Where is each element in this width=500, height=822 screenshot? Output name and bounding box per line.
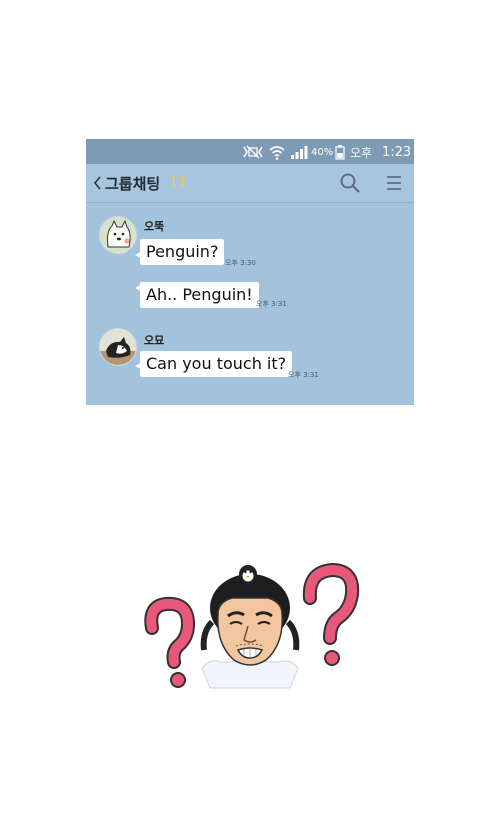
avatar-sender-2[interactable] bbox=[99, 328, 137, 366]
mute-icon bbox=[242, 142, 264, 162]
confused-man-illustration bbox=[140, 558, 360, 693]
chat-header: 그룹채팅 11 bbox=[86, 164, 414, 203]
menu-icon bbox=[387, 176, 401, 190]
search-button[interactable] bbox=[339, 172, 361, 194]
wifi-icon bbox=[269, 142, 285, 162]
message-time: 오후 3:30 bbox=[225, 259, 256, 267]
back-button[interactable] bbox=[91, 173, 105, 193]
penguin-icon bbox=[239, 565, 257, 583]
status-ampm: 오후 bbox=[350, 145, 373, 160]
message-bubble[interactable]: Ah.. Penguin! bbox=[140, 282, 259, 308]
chat-screen: 40% 오후 1:23 그룹채팅 11 오뚝 Penguin? 오후 3:30 … bbox=[86, 139, 414, 405]
question-mark-icon bbox=[144, 596, 196, 688]
member-count: 11 bbox=[169, 174, 187, 190]
message-time: 오후 3:31 bbox=[288, 371, 319, 379]
menu-button[interactable] bbox=[384, 172, 404, 194]
sender-name: 오묘 bbox=[144, 334, 165, 347]
chat-title: 그룹채팅 bbox=[105, 175, 161, 193]
status-time: 1:23 bbox=[382, 144, 412, 160]
dog-avatar-icon bbox=[100, 217, 136, 253]
signal-icon bbox=[290, 142, 308, 162]
status-bar: 40% 오후 1:23 bbox=[86, 139, 414, 164]
message-time: 오후 3:31 bbox=[256, 300, 287, 308]
question-mark-icon bbox=[302, 562, 360, 666]
battery-icon bbox=[335, 142, 345, 162]
battery-percent: 40% bbox=[311, 146, 334, 158]
chevron-left-icon bbox=[93, 176, 101, 190]
sender-name: 오뚝 bbox=[144, 220, 165, 233]
search-icon bbox=[340, 173, 360, 193]
cat-avatar-icon bbox=[100, 329, 136, 365]
avatar-sender-1[interactable] bbox=[99, 216, 137, 254]
message-bubble[interactable]: Penguin? bbox=[140, 239, 225, 265]
message-bubble[interactable]: Can you touch it? bbox=[140, 351, 293, 377]
